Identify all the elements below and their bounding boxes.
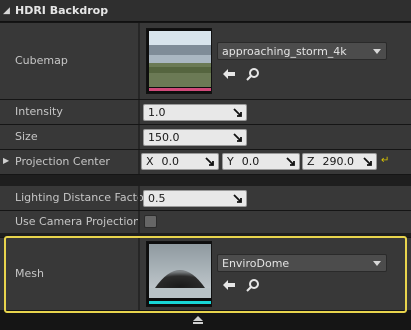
size-label: Size: [15, 130, 38, 143]
category-title: HDRI Backdrop: [15, 4, 109, 17]
projection-center-row: ▶ Projection Center X 0.0 Y 0.0 Z 290.0 …: [0, 150, 411, 174]
expand-caret-icon[interactable]: ▶: [3, 156, 9, 165]
drag-handle-icon[interactable]: [233, 194, 242, 203]
lighting-distance-factor-value: 0.5: [148, 192, 166, 205]
projection-center-label: Projection Center: [15, 155, 110, 168]
chevron-down-icon: [373, 49, 381, 54]
cubemap-label: Cubemap: [15, 54, 68, 67]
drag-handle-icon[interactable]: [233, 133, 242, 142]
size-input[interactable]: 150.0: [143, 129, 247, 146]
projection-x-value: 0.0: [161, 155, 180, 168]
intensity-label: Intensity: [15, 105, 63, 118]
intensity-value: 1.0: [148, 106, 166, 119]
column-divider[interactable]: [138, 23, 140, 99]
cubemap-row: Cubemap approaching_storm_4k: [0, 23, 411, 99]
cubemap-thumbnail[interactable]: [146, 28, 212, 94]
column-divider[interactable]: [138, 100, 140, 124]
browse-search-icon[interactable]: [246, 67, 260, 81]
use-selected-arrow-icon[interactable]: [222, 67, 236, 81]
drag-handle-icon[interactable]: [363, 157, 372, 166]
drag-handle-icon[interactable]: [233, 108, 242, 117]
y-axis-label: Y: [227, 155, 234, 168]
intensity-row: Intensity 1.0: [0, 100, 411, 124]
drag-handle-icon[interactable]: [286, 157, 295, 166]
section-gap: [0, 175, 411, 186]
x-axis-label: X: [146, 155, 154, 168]
reset-to-default-icon[interactable]: ↵: [381, 155, 389, 166]
cubemap-asset-name: approaching_storm_4k: [222, 44, 347, 58]
column-divider[interactable]: [138, 211, 140, 233]
projection-y-value: 0.0: [241, 155, 260, 168]
projection-y-input[interactable]: Y 0.0: [222, 153, 300, 170]
column-divider[interactable]: [138, 125, 140, 149]
storm-sky-image: [149, 31, 211, 93]
lighting-distance-factor-row: Lighting Distance Factor 0.5: [0, 186, 411, 210]
projection-z-input[interactable]: Z 290.0: [302, 153, 377, 170]
mesh-row-highlight: [4, 236, 407, 313]
collapse-advanced-bar: [193, 322, 203, 324]
lighting-distance-factor-input[interactable]: 0.5: [143, 190, 247, 207]
collapse-advanced-icon[interactable]: [193, 316, 203, 321]
cubemap-asset-combo[interactable]: approaching_storm_4k: [217, 42, 387, 60]
column-divider[interactable]: [138, 186, 140, 210]
collapse-caret-icon[interactable]: ◢: [3, 6, 13, 16]
category-header[interactable]: ◢ HDRI Backdrop: [0, 0, 411, 22]
intensity-input[interactable]: 1.0: [143, 104, 247, 121]
size-value: 150.0: [148, 131, 180, 144]
use-camera-projection-checkbox[interactable]: [144, 215, 157, 228]
use-camera-projection-row: Use Camera Projection: [0, 211, 411, 233]
lighting-distance-factor-label: Lighting Distance Factor: [15, 191, 149, 204]
z-axis-label: Z: [307, 155, 315, 168]
drag-handle-icon[interactable]: [205, 157, 214, 166]
details-panel: ◢ HDRI Backdrop Cubemap approaching_stor…: [0, 0, 411, 330]
cubemap-type-bar: [149, 88, 211, 91]
use-camera-projection-label: Use Camera Projection: [15, 215, 141, 228]
projection-x-input[interactable]: X 0.0: [141, 153, 219, 170]
column-divider[interactable]: [138, 150, 140, 174]
size-row: Size 150.0: [0, 125, 411, 149]
projection-z-value: 290.0: [322, 155, 355, 168]
